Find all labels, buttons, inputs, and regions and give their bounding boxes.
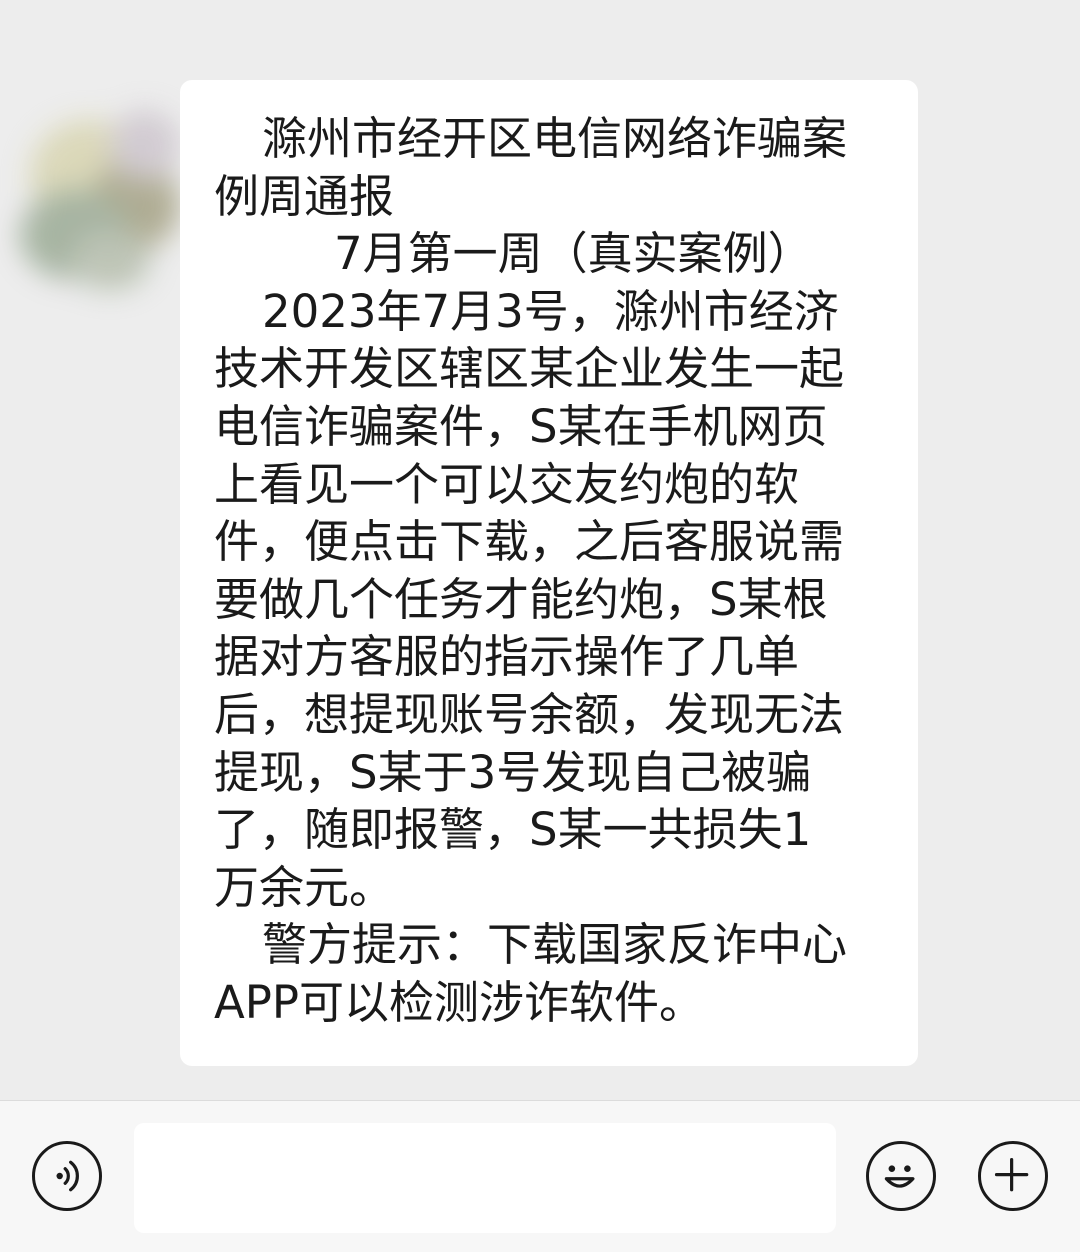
more-button[interactable] bbox=[978, 1141, 1048, 1211]
input-bar bbox=[0, 1100, 1080, 1252]
message-line: 万余元。 bbox=[214, 860, 395, 914]
message-line: 件，便点击下载，之后客服说需 bbox=[214, 515, 845, 569]
message-line: 了，随即报警，S某一共损失1 bbox=[214, 803, 812, 857]
voice-icon bbox=[56, 1160, 79, 1192]
message-bubble[interactable]: 滁州市经开区电信网络诈骗案 例周通报 7月第一周（真实案例） 2023年7月3号… bbox=[180, 80, 918, 1066]
message-line: 电信诈骗案件，S某在手机网页 bbox=[214, 399, 828, 453]
message-line: 上看见一个可以交友约炮的软 bbox=[214, 457, 800, 511]
message-line: 例周通报 bbox=[214, 169, 395, 223]
message-line: 技术开发区辖区某企业发生一起 bbox=[214, 342, 845, 396]
message-line: 后，想提现账号余额，发现无法 bbox=[214, 687, 845, 741]
message-text: 滁州市经开区电信网络诈骗案 例周通报 7月第一周（真实案例） 2023年7月3号… bbox=[214, 110, 884, 1032]
plus-icon bbox=[994, 1157, 1029, 1192]
emoji-button[interactable] bbox=[866, 1141, 936, 1211]
sender-avatar[interactable] bbox=[0, 100, 200, 310]
message-line: APP可以检测涉诈软件。 bbox=[214, 975, 705, 1029]
message-line: 滁州市经开区电信网络诈骗案 bbox=[262, 112, 848, 165]
message-line: 7月第一周（真实案例） bbox=[334, 227, 813, 281]
message-line: 提现，S某于3号发现自己被骗 bbox=[214, 745, 812, 799]
voice-button[interactable] bbox=[32, 1141, 102, 1211]
message-line: 2023年7月3号，滁州市经济 bbox=[262, 284, 839, 338]
emoji-icon bbox=[884, 1165, 915, 1188]
message-line: 据对方客服的指示操作了几单 bbox=[214, 630, 800, 684]
message-line: 警方提示：下载国家反诈中心 bbox=[262, 918, 848, 972]
message-input[interactable] bbox=[134, 1123, 836, 1233]
message-line: 要做几个任务才能约炮，S某根 bbox=[214, 572, 828, 626]
chat-area: 滁州市经开区电信网络诈骗案 例周通报 7月第一周（真实案例） 2023年7月3号… bbox=[0, 0, 1080, 1100]
